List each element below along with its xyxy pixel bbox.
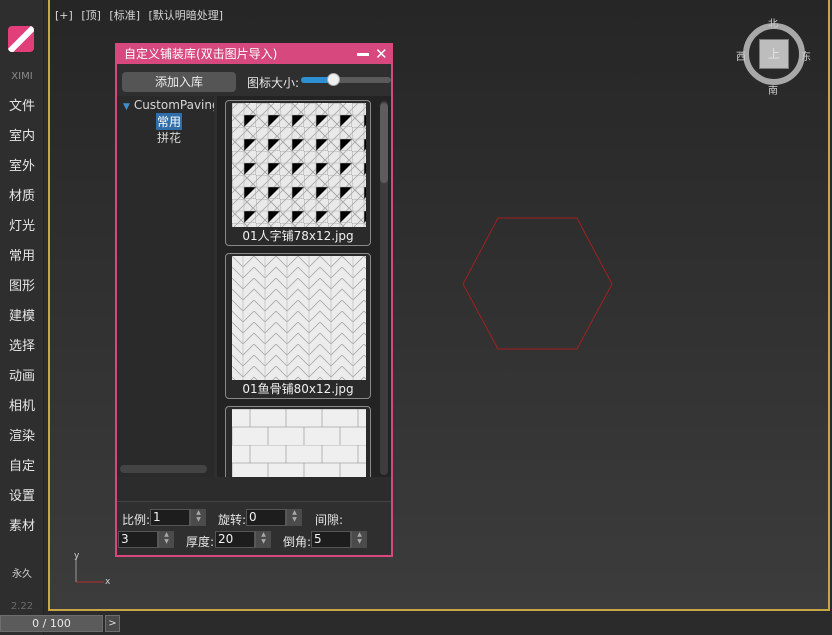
sidebar-item-3[interactable]: 材质 xyxy=(0,185,44,209)
gap-spinner[interactable]: ▲ ▼ xyxy=(158,531,174,548)
viewport-shading-menu[interactable]: [默认明暗处理] xyxy=(149,9,224,22)
dialog-divider xyxy=(117,477,391,502)
left-sidebar: XIMI 文件室内室外材质灯光常用图形建模选择动画相机渲染自定设置素材 永久 2… xyxy=(0,0,44,635)
minimize-icon[interactable] xyxy=(357,53,369,56)
icon-size-label: 图标大小: xyxy=(247,76,300,90)
tree-item-common[interactable]: 常用 xyxy=(156,113,183,130)
compass-south: 南 xyxy=(768,86,778,97)
tree-root-item[interactable]: ▼ CustomPaving xyxy=(123,98,214,112)
app-logo-icon[interactable] xyxy=(8,26,34,52)
scale-spinner[interactable]: ▲ ▼ xyxy=(190,509,206,526)
scale-label: 比例: xyxy=(122,513,151,527)
sidebar-item-10[interactable]: 相机 xyxy=(0,395,44,419)
icon-size-slider[interactable] xyxy=(301,77,391,83)
sidebar-item-5[interactable]: 常用 xyxy=(0,245,44,269)
axis-gizmo-icon: y x xyxy=(74,552,111,587)
thickness-label: 厚度: xyxy=(186,535,215,549)
category-tree: ▼ CustomPaving 常用 拼花 xyxy=(117,96,214,477)
rotation-spinner[interactable]: ▲ ▼ xyxy=(286,509,302,526)
next-frame-button[interactable]: > xyxy=(105,615,120,632)
sidebar-item-6[interactable]: 图形 xyxy=(0,275,44,299)
viewport-labels: [+] [顶] [标准] [默认明暗处理] xyxy=(55,7,228,23)
sidebar-item-13[interactable]: 设置 xyxy=(0,485,44,509)
herringbone-texture-image xyxy=(232,103,366,227)
viewport-view-menu[interactable]: [顶] xyxy=(81,9,101,22)
sidebar-item-0[interactable]: 文件 xyxy=(0,95,44,119)
icon-size-slider-thumb[interactable] xyxy=(327,73,341,86)
sidebar-item-11[interactable]: 渲染 xyxy=(0,425,44,449)
axis-x-label: x xyxy=(105,577,111,587)
view-cube-face[interactable]: 上 xyxy=(759,39,789,69)
sidebar-item-1[interactable]: 室内 xyxy=(0,125,44,149)
texture-tile-label: 01鱼骨铺80x12.jpg xyxy=(242,382,354,396)
hexagon-outline[interactable] xyxy=(462,217,613,350)
texture-grid-scroll-thumb[interactable] xyxy=(380,103,388,183)
compass-east: 东 xyxy=(801,52,811,63)
license-label: 永久 xyxy=(12,569,32,580)
sidebar-item-8[interactable]: 选择 xyxy=(0,335,44,359)
texture-tile-brick[interactable] xyxy=(225,406,371,477)
sidebar-item-9[interactable]: 动画 xyxy=(0,365,44,389)
texture-grid: 01人字铺78x12.jpg 01鱼骨铺80x12.jpg xyxy=(217,96,391,477)
scale-input[interactable]: 1 xyxy=(150,509,190,526)
close-icon[interactable]: ✕ xyxy=(375,45,389,64)
gap-label: 间隙: xyxy=(315,513,344,527)
compass-west: 西 xyxy=(736,52,746,63)
texture-tile-chevron[interactable]: 01鱼骨铺80x12.jpg xyxy=(225,253,371,399)
view-cube[interactable]: 上 北 南 西 东 xyxy=(736,14,812,97)
sidebar-item-2[interactable]: 室外 xyxy=(0,155,44,179)
hexagon-shape[interactable] xyxy=(460,217,616,351)
add-to-library-button[interactable]: 添加入库 xyxy=(122,72,236,92)
axis-y-label: y xyxy=(74,552,80,561)
chevron-down-icon[interactable]: ▼ xyxy=(123,102,130,112)
sidebar-item-12[interactable]: 自定 xyxy=(0,455,44,479)
sidebar-item-4[interactable]: 灯光 xyxy=(0,215,44,239)
tree-item-parquet[interactable]: 拼花 xyxy=(156,129,182,146)
dialog-title[interactable]: 自定义铺装库(双击图片导入) xyxy=(117,45,391,64)
bevel-input[interactable]: 5 xyxy=(311,531,351,548)
thickness-spinner[interactable]: ▲ ▼ xyxy=(255,531,271,548)
viewport-plus-menu[interactable]: [+] xyxy=(55,9,73,22)
tree-root-label: CustomPaving xyxy=(133,98,214,112)
sidebar-item-14[interactable]: 素材 xyxy=(0,515,44,539)
texture-tile-label: 01人字铺78x12.jpg xyxy=(242,229,354,243)
chevron-texture-image xyxy=(232,256,366,380)
brick-texture-image xyxy=(232,409,366,477)
thickness-input[interactable]: 20 xyxy=(215,531,255,548)
rotation-label: 旋转: xyxy=(218,513,247,527)
compass-north: 北 xyxy=(768,19,778,30)
time-slider[interactable]: 0 / 100 xyxy=(0,615,103,632)
texture-tile-herringbone[interactable]: 01人字铺78x12.jpg xyxy=(225,100,371,246)
viewport-camera-menu[interactable]: [标准] xyxy=(109,9,140,22)
tree-horizontal-scrollbar[interactable] xyxy=(120,465,207,473)
sidebar-item-7[interactable]: 建模 xyxy=(0,305,44,329)
version-label: 2.22 xyxy=(10,601,34,612)
gap-input[interactable]: 3 xyxy=(118,531,158,548)
brand-label: XIMI xyxy=(11,71,33,82)
custom-paving-library-dialog: 自定义铺装库(双击图片导入) ✕ 添加入库 图标大小: ▼ CustomPavin… xyxy=(115,43,393,557)
texture-grid-scrollbar[interactable] xyxy=(380,101,388,475)
bevel-label: 倒角: xyxy=(283,535,312,549)
bevel-spinner[interactable]: ▲ ▼ xyxy=(351,531,367,548)
rotation-input[interactable]: 0 xyxy=(246,509,286,526)
